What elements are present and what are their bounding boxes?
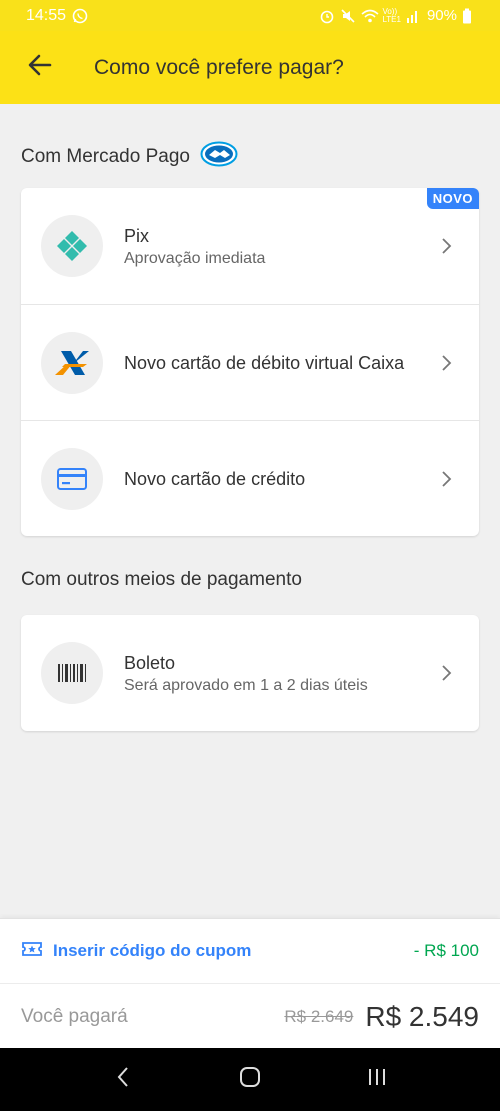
status-bar: 14:55 Vo)) LTE1 90% <box>0 0 500 31</box>
payment-summary: Inserir código do cupom - R$ 100 Você pa… <box>0 918 500 1048</box>
system-nav-bar <box>0 1048 500 1111</box>
payment-option-pix[interactable]: NOVO Pix Aprovação imediata <box>21 188 479 304</box>
discount-value: - R$ 100 <box>413 941 479 960</box>
caixa-icon <box>41 331 103 394</box>
coupon-label: Inserir código do cupom <box>53 941 252 960</box>
payment-option-debit-caixa[interactable]: Novo cartão de débito virtual Caixa <box>21 304 479 420</box>
status-time: 14:55 <box>26 6 67 24</box>
arrow-left-icon <box>27 52 53 83</box>
option-title: Pix <box>124 225 150 246</box>
page-title: Como você prefere pagar? <box>94 55 344 79</box>
chevron-right-icon <box>431 464 461 494</box>
nav-home-icon <box>238 1065 262 1094</box>
battery-percent: 90% <box>426 7 457 24</box>
nav-back-button[interactable] <box>93 1055 153 1105</box>
option-title: Boleto <box>124 652 176 673</box>
coupon-ticket-icon <box>21 940 43 963</box>
new-badge: NOVO <box>426 188 479 209</box>
option-title: Novo cartão de crédito <box>124 468 306 489</box>
signal-icon <box>406 8 422 24</box>
total-row: Você pagará R$ 2.649 R$ 2.549 <box>0 984 500 1049</box>
other-methods-card: Boleto Será aprovado em 1 a 2 dias úteis <box>21 615 479 731</box>
chevron-right-icon <box>431 348 461 378</box>
final-price: R$ 2.549 <box>365 1000 479 1032</box>
section-title-text: Com Mercado Pago <box>21 146 190 167</box>
mercado-pago-methods-card: NOVO Pix Aprovação imediata Novo cartão … <box>21 188 479 536</box>
section-title-mercado-pago: Com Mercado Pago <box>21 141 238 173</box>
credit-card-icon <box>41 447 103 510</box>
option-title: Novo cartão de débito virtual Caixa <box>124 352 405 373</box>
section-title-other-methods: Com outros meios de pagamento <box>21 569 302 591</box>
insert-coupon-link[interactable]: Inserir código do cupom <box>21 940 251 963</box>
nav-home-button[interactable] <box>220 1055 280 1105</box>
whatsapp-icon <box>72 8 88 24</box>
lte-indicator: Vo)) LTE1 <box>382 6 401 24</box>
battery-icon <box>462 8 478 24</box>
alarm-icon <box>319 8 335 24</box>
app-bar: Como você prefere pagar? <box>0 31 500 104</box>
wifi-icon <box>361 8 379 24</box>
chevron-right-icon <box>431 231 461 261</box>
barcode-icon <box>41 642 103 704</box>
original-price: R$ 2.649 <box>284 1006 354 1026</box>
total-label: Você pagará <box>21 1005 128 1027</box>
nav-recents-button[interactable] <box>347 1055 407 1105</box>
payment-option-boleto[interactable]: Boleto Será aprovado em 1 a 2 dias úteis <box>21 615 479 731</box>
payment-option-credit-card[interactable]: Novo cartão de crédito <box>21 420 479 536</box>
nav-recents-icon <box>366 1067 388 1092</box>
chevron-right-icon <box>431 658 461 688</box>
back-button[interactable] <box>10 38 70 98</box>
mercado-pago-logo-icon <box>200 141 238 173</box>
pix-icon <box>41 215 103 277</box>
coupon-row: Inserir código do cupom - R$ 100 <box>0 919 500 984</box>
section-title-text: Com outros meios de pagamento <box>21 569 302 590</box>
mute-icon <box>340 8 356 24</box>
nav-back-icon <box>116 1066 130 1093</box>
option-subtitle: Será aprovado em 1 a 2 dias úteis <box>124 676 368 694</box>
option-subtitle: Aprovação imediata <box>124 249 266 267</box>
